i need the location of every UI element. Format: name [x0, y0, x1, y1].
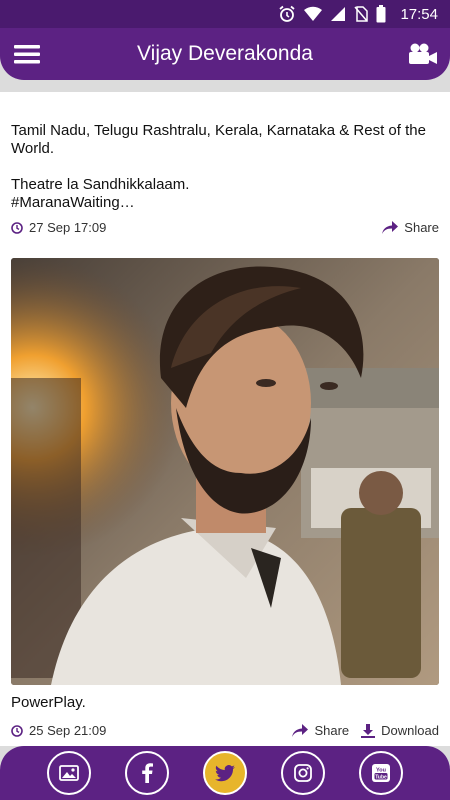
youtube-button[interactable]: You Tube — [359, 751, 403, 795]
app-screen: 17:54 Vijay Deverakonda Tamil Nadu, Telu… — [0, 0, 450, 800]
post-timestamp: 27 Sep 17:09 — [29, 220, 107, 235]
share-button[interactable]: Share — [292, 723, 349, 738]
facebook-icon — [142, 763, 153, 783]
no-sim-icon — [354, 6, 369, 22]
share-icon — [382, 221, 399, 234]
post-time: 25 Sep 21:09 — [11, 723, 106, 738]
battery-icon — [376, 5, 386, 23]
youtube-icon: YouTube — [372, 764, 390, 782]
share-label: Share — [314, 723, 350, 738]
clock-icon — [11, 221, 23, 234]
app-bar: Vijay Deverakonda — [0, 28, 450, 80]
download-icon — [361, 723, 376, 738]
bottom-nav: You Tube — [0, 746, 450, 800]
menu-icon — [14, 45, 40, 64]
gallery-icon — [59, 765, 79, 781]
feed: Tamil Nadu, Telugu Rashtralu, Kerala, Ka… — [0, 80, 450, 746]
post-timestamp: 25 Sep 21:09 — [29, 723, 107, 738]
menu-button[interactable] — [10, 37, 44, 71]
post-text: Tamil Nadu, Telugu Rashtralu, Kerala, Ka… — [11, 122, 426, 211]
instagram-icon — [294, 764, 312, 782]
post-caption: PowerPlay. — [11, 694, 86, 711]
status-time: 17:54 — [400, 5, 438, 23]
page-title: Vijay Deverakonda — [137, 42, 313, 65]
svg-text:Tube: Tube — [375, 774, 387, 780]
twitter-button[interactable] — [203, 751, 247, 795]
signal-icon — [330, 6, 346, 22]
portrait-image — [11, 258, 439, 685]
instagram-button[interactable] — [281, 751, 325, 795]
facebook-button[interactable] — [125, 751, 169, 795]
status-bar: 17:54 — [0, 0, 450, 28]
download-button[interactable]: Download — [361, 723, 439, 738]
post-card: PowerPlay. 25 Sep 21:09 Share Download — [0, 248, 450, 746]
clock-icon — [11, 724, 23, 737]
video-camera-icon — [408, 43, 437, 64]
svg-text:You: You — [376, 768, 386, 774]
post-meta: 27 Sep 17:09 Share — [11, 220, 439, 235]
download-label: Download — [381, 723, 439, 738]
share-button[interactable]: Share — [382, 220, 439, 235]
video-camera-button[interactable] — [406, 37, 440, 71]
twitter-icon — [215, 764, 235, 781]
gallery-button[interactable] — [47, 751, 91, 795]
share-label: Share — [404, 220, 439, 235]
wifi-icon — [304, 6, 323, 22]
alarm-icon — [278, 5, 296, 23]
share-icon — [292, 724, 309, 737]
post-photo[interactable] — [11, 258, 439, 685]
post-time: 27 Sep 17:09 — [11, 220, 106, 235]
post-meta: 25 Sep 21:09 Share Download — [11, 723, 439, 738]
